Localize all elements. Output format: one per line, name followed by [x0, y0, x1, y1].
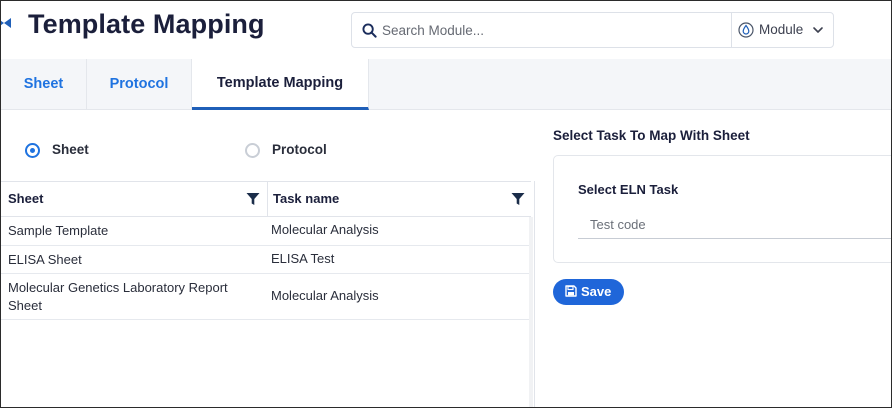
search-icon	[362, 23, 377, 38]
radio-protocol[interactable]: Protocol	[245, 141, 365, 161]
radio-checked-icon[interactable]	[25, 143, 40, 158]
page-title: Template Mapping	[28, 9, 265, 39]
logo-icon	[1, 18, 11, 28]
tab-template-mapping[interactable]: Template Mapping	[192, 59, 369, 110]
chevron-down-icon	[813, 27, 823, 33]
radio-protocol-label[interactable]: Protocol	[272, 142, 327, 157]
tab-protocol[interactable]: Protocol	[87, 59, 192, 110]
save-label: Save	[581, 284, 612, 299]
module-icon	[738, 22, 754, 38]
search-divider	[731, 13, 732, 47]
radio-sheet[interactable]: Sheet	[25, 141, 145, 161]
radio-unchecked-icon[interactable]	[245, 143, 260, 158]
save-icon	[565, 285, 577, 297]
cell-task-name: ELISA Test	[271, 251, 335, 266]
cell-task-name: Molecular Analysis	[271, 222, 379, 237]
module-select[interactable]: Module	[736, 17, 832, 43]
mapping-panel-title: Select Task To Map With Sheet	[553, 128, 750, 143]
grid-header: Sheet Task name	[1, 181, 531, 217]
page-header: Template Mapping Module	[1, 1, 891, 59]
tab-bar: Sheet Protocol Template Mapping	[1, 59, 891, 110]
column-divider[interactable]	[267, 182, 268, 217]
mapping-type-radio-group: Sheet Protocol	[1, 141, 521, 163]
eln-task-input[interactable]	[578, 211, 891, 239]
eln-task-label: Select ELN Task	[578, 182, 679, 197]
table-row[interactable]: Molecular Genetics Laboratory Report She…	[1, 274, 529, 320]
filter-icon[interactable]	[511, 192, 525, 206]
cell-sheet: ELISA Sheet	[8, 252, 82, 267]
eln-task-card: Select ELN Task	[553, 155, 891, 263]
cell-sheet: Molecular Genetics Laboratory Report She…	[8, 280, 228, 313]
app-frame: Template Mapping Module Sheet Prot	[0, 0, 892, 408]
sheet-task-grid: Sheet Task name Sample Template Molecula…	[1, 181, 535, 407]
radio-sheet-label[interactable]: Sheet	[52, 142, 89, 157]
search-input[interactable]	[382, 19, 722, 41]
filter-icon[interactable]	[246, 192, 260, 206]
column-header-sheet[interactable]: Sheet	[8, 182, 266, 217]
cell-task-name: Molecular Analysis	[271, 288, 379, 303]
grid-scrollbar[interactable]	[529, 217, 533, 407]
tab-sheet[interactable]: Sheet	[1, 59, 87, 110]
table-row[interactable]: ELISA Sheet ELISA Test	[1, 246, 529, 274]
column-header-task-name[interactable]: Task name	[273, 182, 531, 217]
module-label: Module	[759, 22, 804, 37]
cell-sheet: Sample Template	[8, 223, 109, 238]
table-row[interactable]: Sample Template Molecular Analysis	[1, 217, 529, 246]
save-button[interactable]: Save	[553, 279, 624, 305]
search-box[interactable]: Module	[351, 12, 834, 48]
